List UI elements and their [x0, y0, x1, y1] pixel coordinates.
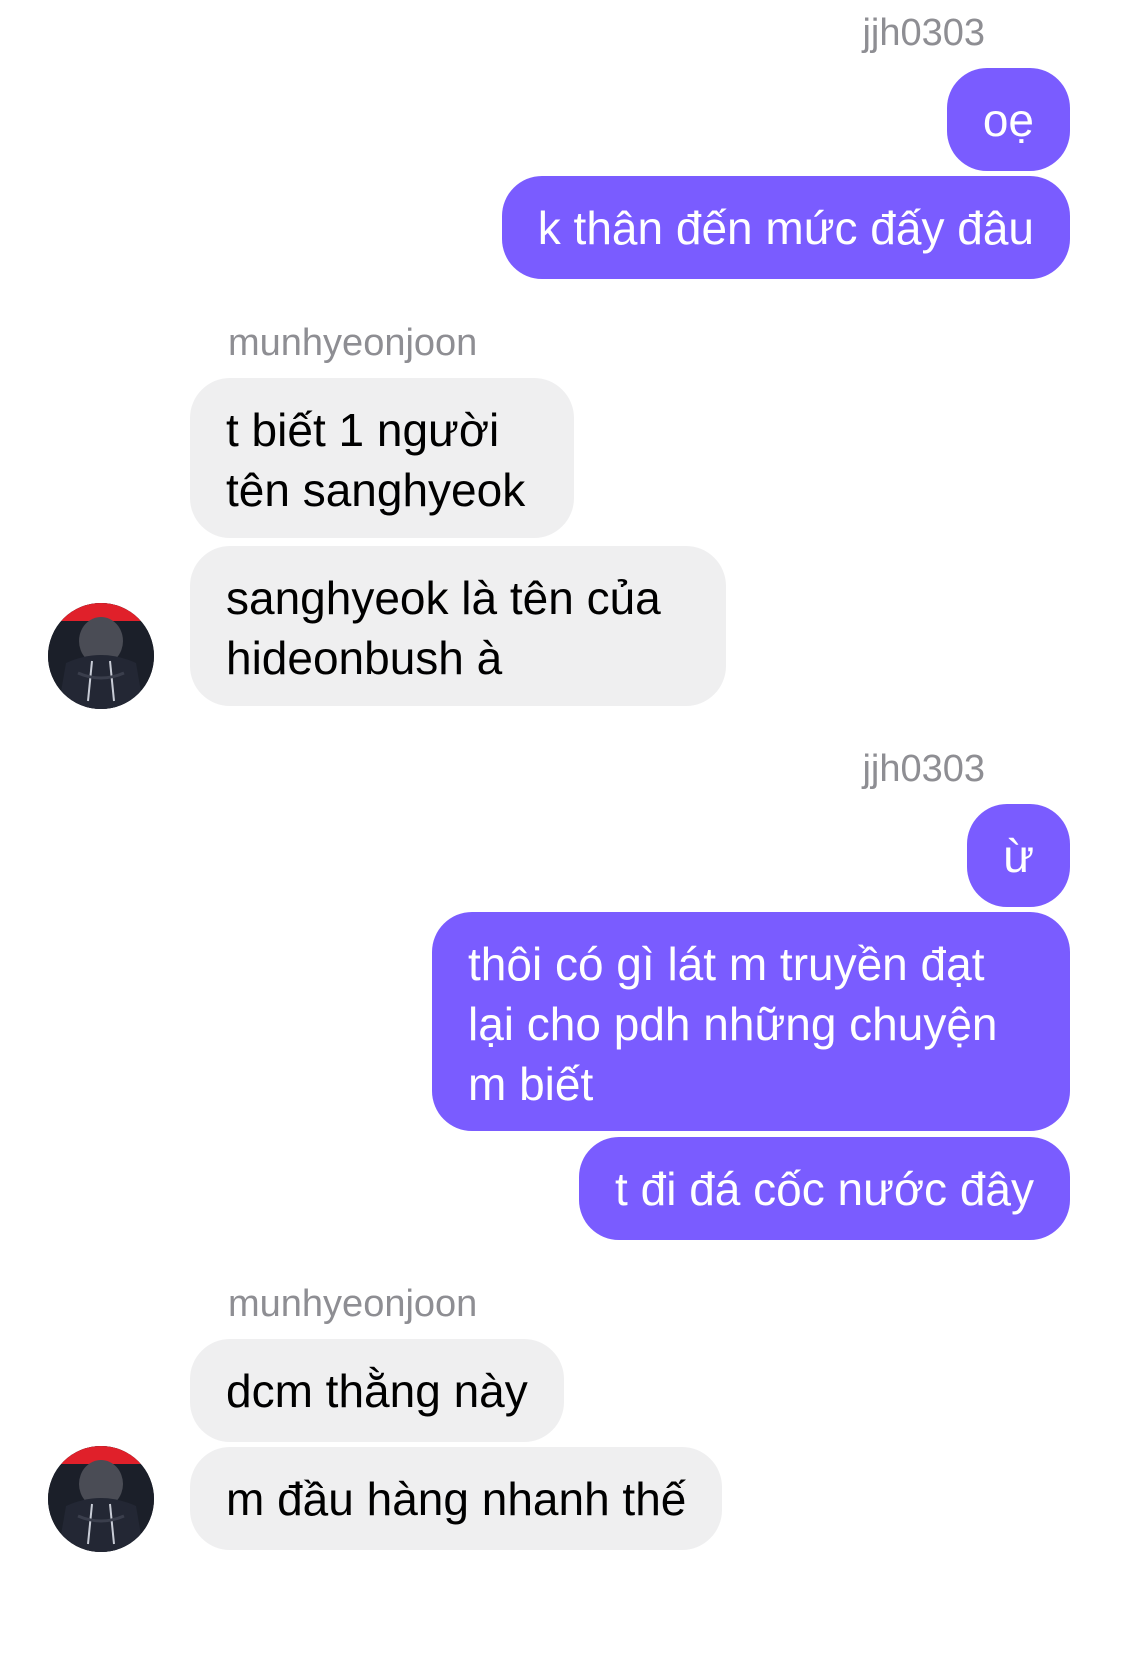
sender-name: jjh0303 — [862, 12, 985, 54]
message-bubble[interactable]: t đi đá cốc nước đây — [579, 1137, 1070, 1240]
sender-name: munhyeonjoon — [228, 322, 478, 364]
user-avatar-icon[interactable] — [48, 1446, 154, 1552]
message-bubble[interactable]: thôi có gì lát m truyền đạt lại cho pdh … — [432, 912, 1070, 1131]
sender-name: jjh0303 — [862, 748, 985, 790]
message-bubble[interactable]: ừ — [967, 804, 1070, 907]
chat-thread[interactable]: jjh0303 oẹ k thân đến mức đấy đâu munhye… — [0, 0, 1125, 1655]
sender-name: munhyeonjoon — [228, 1283, 478, 1325]
message-bubble[interactable]: sanghyeok là tên của hideonbush à — [190, 546, 726, 706]
message-bubble[interactable]: dcm thằng này — [190, 1339, 564, 1442]
message-bubble[interactable]: m đầu hàng nhanh thế — [190, 1447, 723, 1550]
message-bubble[interactable]: k thân đến mức đấy đâu — [501, 176, 1070, 279]
message-bubble[interactable]: t biết 1 người tên sanghyeok — [190, 378, 574, 538]
user-avatar-icon[interactable] — [48, 603, 154, 709]
message-bubble[interactable]: oẹ — [946, 68, 1070, 171]
